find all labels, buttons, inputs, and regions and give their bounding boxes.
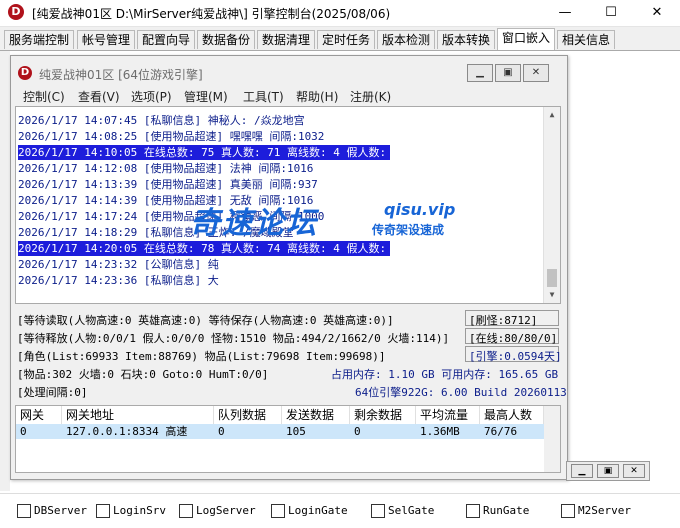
col-gateway[interactable]: 网关 — [16, 406, 62, 424]
col-avg-traffic[interactable]: 平均流量 — [416, 406, 480, 424]
tab-window-embed[interactable]: 窗口嵌入 — [497, 28, 556, 50]
tab-data-backup[interactable]: 数据备份 — [197, 30, 256, 49]
scroll-up-icon[interactable]: ▲ — [544, 107, 560, 123]
menu-manage[interactable]: 管理(M) — [184, 88, 228, 105]
watermark-url: qisu.vip — [384, 200, 456, 219]
cell-avg-traffic: 1.36MB — [420, 425, 460, 438]
log-line: 2026/1/17 14:23:36 [私聊信息] 大 — [18, 274, 219, 287]
tab-version-convert[interactable]: 版本转换 — [437, 30, 496, 49]
status-items: [物品:302 火墙:0 石块:0 Goto:0 HumT:0/0] — [17, 368, 269, 381]
mini-close-button[interactable]: ✕ — [623, 464, 645, 478]
minimize-button[interactable]: — — [542, 0, 588, 26]
engine-icon: D — [18, 66, 32, 80]
status-interval: [处理间隔:0] — [17, 386, 88, 399]
menu-register[interactable]: 注册(K) — [350, 88, 391, 105]
engine-title-bar: D 纯爱战神01区 [64位游戏引擎] ▁ ▣ ✕ — [11, 56, 567, 86]
cell-remaining: 0 — [354, 425, 361, 438]
mini-maximize-button[interactable]: ▣ — [597, 464, 619, 478]
log-line-highlight: 2026/1/17 14:20:05 在线总数: 78 真人数: 74 离线数:… — [18, 241, 400, 256]
log-line: 2026/1/17 14:08:25 [使用物品超速] 嘿嘿嘿 间隔:1032 — [18, 130, 325, 143]
server-checkbox-row: DBServer LoginSrv LogServer LoginGate Se… — [0, 493, 680, 528]
checkbox-logserver[interactable]: LogServer — [179, 503, 256, 518]
app-icon: D — [8, 4, 24, 20]
menu-control[interactable]: 控制(C) — [23, 88, 65, 105]
cell-address: 127.0.0.1:8334 高速 — [66, 425, 188, 438]
col-address[interactable]: 网关地址 — [62, 406, 214, 424]
status-build: 64位引擎922G: 6.00 Build 20260113 — [355, 386, 567, 399]
tab-related-info[interactable]: 相关信息 — [557, 30, 616, 49]
col-max-users[interactable]: 最高人数 — [480, 406, 544, 424]
col-remaining[interactable]: 剩余数据 — [350, 406, 416, 424]
close-button[interactable]: ✕ — [634, 0, 680, 26]
left-strip — [0, 51, 10, 491]
engine-menu-bar: 控制(C) 查看(V) 选项(P) 管理(M) 工具(T) 帮助(H) 注册(K… — [11, 86, 567, 106]
tab-server-control[interactable]: 服务端控制 — [4, 30, 75, 49]
engine-maximize-button[interactable]: ▣ — [495, 64, 521, 82]
menu-options[interactable]: 选项(P) — [131, 88, 172, 105]
col-queue[interactable]: 队列数据 — [214, 406, 282, 424]
menu-tools[interactable]: 工具(T) — [243, 88, 284, 105]
status-refresh: [刷怪:8712] — [469, 314, 538, 327]
checkbox-logingate[interactable]: LoginGate — [271, 503, 348, 518]
engine-close-button[interactable]: ✕ — [523, 64, 549, 82]
table-scrollbar[interactable] — [544, 406, 560, 472]
tab-version-check[interactable]: 版本检测 — [377, 30, 436, 49]
tab-config-wizard[interactable]: 配置向导 — [137, 30, 196, 49]
scroll-thumb[interactable] — [547, 269, 557, 287]
log-scrollbar[interactable]: ▲ ▼ — [543, 107, 560, 303]
engine-minimize-button[interactable]: ▁ — [467, 64, 493, 82]
status-panel: [等待读取(人物高速:0 英雄高速:0) 等待保存(人物高速:0 英雄高速:0)… — [15, 308, 567, 400]
menu-help[interactable]: 帮助(H) — [296, 88, 338, 105]
scroll-down-icon[interactable]: ▼ — [544, 287, 560, 303]
status-roles: [角色(List:69933 Item:88769) 物品(List:79698… — [17, 350, 386, 363]
watermark-logo: 奇速论坛 — [190, 206, 318, 241]
tab-account[interactable]: 帐号管理 — [77, 30, 136, 49]
table-row[interactable]: 0 127.0.0.1:8334 高速 0 105 0 1.36MB 76/76 — [16, 424, 544, 439]
status-engine: [引擎:0.0594天] — [469, 350, 562, 363]
checkbox-rungate[interactable]: RunGate — [466, 503, 529, 518]
status-online: [在线:80/80/0] — [469, 332, 558, 345]
log-line: 2026/1/17 14:23:32 [公聊信息] 纯 — [18, 258, 219, 271]
status-wait-release: [等待释放(人物:0/0/1 假人:0/0/0 怪物:1510 物品:494/2… — [17, 332, 450, 345]
title-bar: D [纯爱战神01区 D:\MirServer纯爱战神\] 引擎控制台(2025… — [0, 0, 680, 27]
checkbox-m2server[interactable]: M2Server — [561, 503, 631, 518]
status-memory: 占用内存: 1.10 GB 可用内存: 165.65 GB — [331, 368, 559, 381]
checkbox-dbserver[interactable]: DBServer — [17, 503, 87, 518]
minimized-window: ▁ ▣ ✕ — [566, 461, 650, 481]
maximize-button[interactable]: ☐ — [588, 0, 634, 26]
status-wait-read: [等待读取(人物高速:0 英雄高速:0) 等待保存(人物高速:0 英雄高速:0)… — [17, 314, 394, 327]
engine-title: 纯爱战神01区 [64位游戏引擎] — [39, 68, 203, 82]
gateway-table: 网关 网关地址 队列数据 发送数据 剩余数据 平均流量 最高人数 0 127.0… — [15, 405, 561, 473]
tab-strip: 服务端控制 帐号管理 配置向导 数据备份 数据清理 定时任务 版本检测 版本转换… — [0, 28, 680, 51]
watermark-subtitle: 传奇架设速成 — [372, 223, 445, 237]
log-line: 2026/1/17 14:12:08 [使用物品超速] 法神 间隔:1016 — [18, 162, 314, 175]
log-line: 2026/1/17 14:07:45 [私聊信息] 神秘人: /焱龙地宫 — [18, 114, 305, 127]
window-title: [纯爱战神01区 D:\MirServer纯爱战神\] 引擎控制台(2025/0… — [32, 7, 391, 21]
menu-view[interactable]: 查看(V) — [78, 88, 120, 105]
col-sent[interactable]: 发送数据 — [282, 406, 350, 424]
tab-data-cleanup[interactable]: 数据清理 — [257, 30, 316, 49]
checkbox-selgate[interactable]: SelGate — [371, 503, 434, 518]
mini-minimize-button[interactable]: ▁ — [571, 464, 593, 478]
cell-gateway: 0 — [20, 425, 27, 438]
cell-queue: 0 — [218, 425, 225, 438]
engine-window: D 纯爱战神01区 [64位游戏引擎] ▁ ▣ ✕ 控制(C) 查看(V) 选项… — [10, 55, 568, 480]
log-line: 2026/1/17 14:13:39 [使用物品超速] 真美丽 间隔:937 — [18, 178, 318, 191]
tab-scheduled-tasks[interactable]: 定时任务 — [317, 30, 376, 49]
log-line-highlight: 2026/1/17 14:10:05 在线总数: 75 真人数: 71 离线数:… — [18, 145, 400, 160]
cell-max-users: 76/76 — [484, 425, 518, 438]
checkbox-loginsrv[interactable]: LoginSrv — [96, 503, 166, 518]
cell-sent: 105 — [286, 425, 306, 438]
